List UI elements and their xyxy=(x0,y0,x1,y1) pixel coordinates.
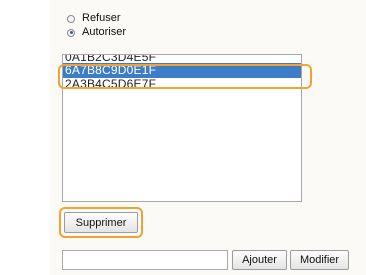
edit-button[interactable]: Modifier xyxy=(290,250,349,270)
radio-option-refuser[interactable]: Refuser xyxy=(67,12,126,25)
delete-button[interactable]: Supprimer xyxy=(64,212,138,233)
list-item-selected[interactable]: 6A7B8C9D0E1F xyxy=(63,63,301,78)
list-item[interactable]: 2A3B4C5D6E7F xyxy=(63,78,301,91)
list-item[interactable]: 0A1B2C3D4E5F xyxy=(63,55,301,63)
radio-label-autoriser: Autoriser xyxy=(82,26,127,38)
radio-button-refuser[interactable] xyxy=(67,14,75,23)
radio-button-autoriser[interactable] xyxy=(67,28,75,37)
address-listbox[interactable]: 0A1B2C3D4E5F 6A7B8C9D0E1F 2A3B4C5D6E7F xyxy=(62,54,302,202)
radio-label-refuser: Refuser xyxy=(82,12,121,24)
radio-option-autoriser[interactable]: Autoriser xyxy=(67,26,126,39)
address-input[interactable] xyxy=(62,250,228,270)
access-radio-group: Refuser Autoriser xyxy=(67,12,126,40)
add-button[interactable]: Ajouter xyxy=(232,250,287,270)
